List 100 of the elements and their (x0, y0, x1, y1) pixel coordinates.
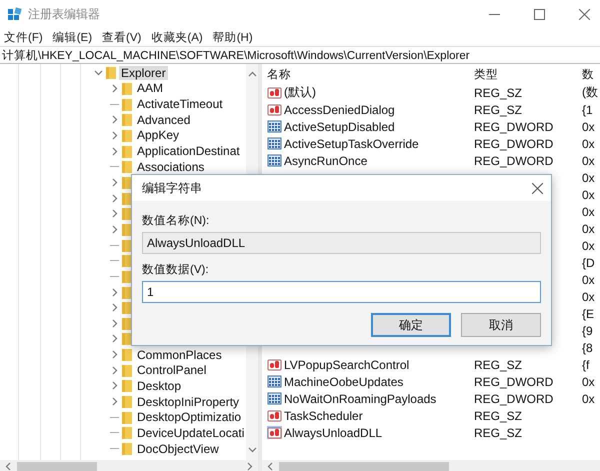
value-data: 0x (582, 238, 595, 252)
value-data: {1 (582, 102, 593, 116)
folder-icon (122, 254, 132, 268)
value-data: 0x (582, 204, 595, 218)
value-data: 0x (582, 120, 595, 134)
scroll-right-icon[interactable] (245, 462, 254, 470)
folder-icon (122, 332, 132, 346)
value-data: 0x (582, 154, 595, 168)
folder-icon (122, 301, 132, 314)
folder-icon (122, 364, 132, 377)
scroll-up-icon[interactable] (248, 70, 257, 79)
scrollbar-thumb[interactable] (279, 462, 449, 470)
menu-item[interactable]: 查看(V) (102, 30, 142, 44)
folder-icon (122, 82, 132, 95)
value-name: ActiveSetupTaskOverride (284, 136, 419, 150)
value-data: {8 (582, 340, 593, 354)
tree-item[interactable]: ApplicationDestinat (135, 144, 242, 158)
folder-icon (122, 348, 132, 362)
tree-item[interactable]: Desktop (135, 378, 184, 393)
value-type: REG_DWORD (474, 136, 554, 150)
menu-item[interactable]: 帮助(H) (212, 30, 253, 44)
menu-item[interactable]: 文件(F) (4, 30, 43, 44)
value-name: AsyncRunOnce (284, 154, 368, 168)
folder-icon (122, 222, 132, 236)
folder-icon (122, 98, 132, 111)
folder-icon (122, 379, 132, 392)
scroll-down-icon[interactable] (248, 445, 257, 454)
folder-icon (122, 238, 132, 252)
value-data-field[interactable]: 1 (142, 281, 541, 303)
scroll-left-icon[interactable] (266, 462, 275, 470)
value-name: LVPopupSearchControl (284, 358, 410, 372)
folder-icon (122, 113, 132, 126)
tree-item[interactable]: CommonPlaces (135, 348, 224, 362)
column-header[interactable]: 类型 (474, 66, 582, 82)
tree-item[interactable]: DeviceUpdateLocati (135, 426, 246, 440)
value-data: 0x (582, 136, 595, 150)
tree-item[interactable]: ControlPanel (135, 363, 208, 378)
value-name-field[interactable]: AlwaysUnloadDLL (142, 232, 541, 254)
tree-item[interactable]: Advanced (135, 112, 192, 127)
value-data: {9 (582, 324, 593, 338)
tree-item[interactable]: ActivateTimeout (135, 97, 225, 112)
folder-icon (106, 66, 116, 80)
address-bar[interactable]: 计算机\HKEY_LOCAL_MACHINE\SOFTWARE\Microsoft\Windows\CurrentVersion\Explorer (0, 46, 600, 64)
folder-icon (122, 144, 132, 158)
tree-item[interactable]: DesktopOptimizatio (135, 410, 244, 424)
tree-item[interactable]: Explorer (119, 66, 168, 80)
field-label: 数值数据(V): (142, 262, 210, 277)
value-data: {D (582, 256, 595, 270)
column-header[interactable]: 名称 (267, 66, 474, 82)
tree-item[interactable]: AppKey (135, 128, 182, 142)
value-name: AlwaysUnloadDLL (284, 426, 382, 440)
folder-icon (122, 410, 132, 424)
value-type: REG_DWORD (474, 154, 554, 168)
menu-item[interactable]: 收藏夹(A) (151, 30, 203, 44)
value-type: REG_SZ (474, 426, 522, 440)
dialog-title: 编辑字符串 (142, 180, 202, 196)
column-header[interactable]: 数 (582, 66, 600, 82)
value-name: TaskScheduler (284, 408, 363, 422)
scrollbar-thumb[interactable] (17, 462, 97, 470)
value-name: NoWaitOnRoamingPayloads (284, 392, 436, 406)
value-name: AccessDeniedDialog (284, 102, 395, 116)
tree-item[interactable]: DocObjectView (135, 442, 221, 456)
tree-item[interactable]: Associations (135, 160, 206, 174)
value-type: REG_DWORD (474, 374, 554, 388)
dialog-button[interactable]: 确定 (371, 313, 451, 337)
folder-icon (122, 128, 132, 142)
value-data: 0x (582, 222, 595, 236)
window-title: 注册表编辑器 (28, 6, 100, 22)
folder-icon (122, 207, 132, 220)
value-type: REG_SZ (474, 102, 522, 116)
value-data: 0x (582, 374, 595, 388)
close-icon[interactable] (579, 8, 590, 20)
dialog-button[interactable]: 取消 (461, 313, 541, 337)
collapse-icon[interactable] (94, 68, 103, 78)
value-data: 0x (582, 170, 595, 184)
folder-icon (122, 270, 132, 283)
maximize-icon[interactable] (534, 8, 545, 20)
scroll-left-icon[interactable] (4, 462, 13, 470)
expand-icon[interactable] (110, 84, 119, 93)
menu-item[interactable]: 编辑(E) (52, 30, 92, 44)
value-type: REG_DWORD (474, 120, 554, 134)
value-name: MachineOobeUpdates (284, 374, 404, 388)
value-name: ActiveSetupDisabled (284, 120, 395, 134)
folder-icon (122, 286, 132, 299)
folder-icon (122, 395, 132, 408)
tree-item[interactable]: AAM (135, 81, 166, 96)
tree-item[interactable]: DesktopIniProperty (135, 394, 242, 409)
value-data: 0x (582, 290, 595, 304)
value-type: REG_SZ (474, 358, 522, 372)
folder-icon (122, 426, 132, 440)
folder-icon (122, 160, 132, 174)
folder-icon (122, 176, 132, 189)
value-data: 0x (582, 188, 595, 202)
folder-icon (122, 442, 132, 456)
value-type: REG_DWORD (474, 392, 554, 406)
folder-icon (122, 316, 132, 330)
value-data: 0x (582, 392, 595, 406)
folder-icon (122, 192, 132, 205)
close-icon[interactable] (532, 182, 543, 194)
field-label: 数值名称(N): (142, 214, 210, 228)
